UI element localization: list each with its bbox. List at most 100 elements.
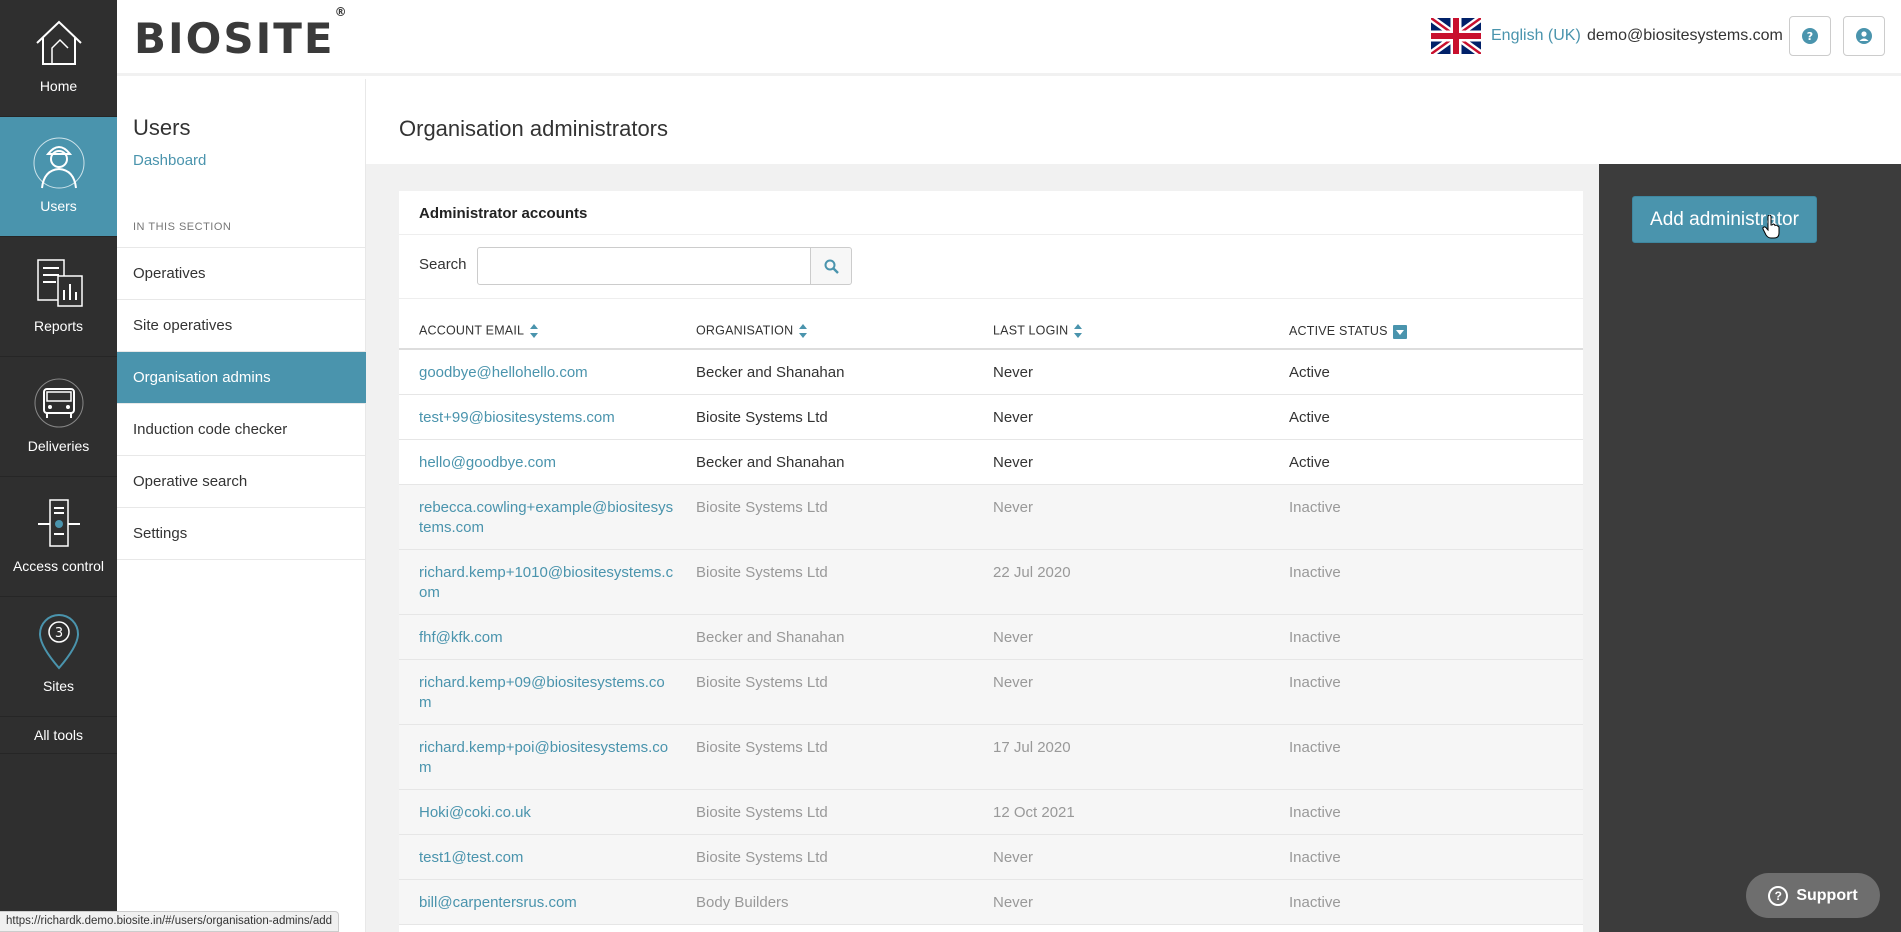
user-circle-icon bbox=[1856, 28, 1872, 44]
search-row: Search bbox=[399, 235, 1583, 299]
sidebar-item-induction-code-checker[interactable]: Induction code checker bbox=[117, 404, 366, 456]
account-button[interactable] bbox=[1843, 16, 1885, 56]
table-row: test1@test.com Biosite Systems Ltd Never… bbox=[399, 834, 1583, 880]
organisation-cell: Becker and Shanahan bbox=[696, 439, 993, 485]
page-title-bar: Organisation administrators bbox=[366, 79, 1901, 164]
account-email-link[interactable]: bill@carpentersrus.com bbox=[419, 893, 674, 913]
last-login-cell: Never bbox=[993, 879, 1289, 925]
current-user-email: demo@biositesystems.com bbox=[1587, 27, 1783, 44]
rail-item-all-tools[interactable]: All tools bbox=[0, 717, 117, 754]
account-email-link[interactable]: rebecca.cowling+example@biositesystems.c… bbox=[419, 498, 674, 538]
last-login-cell: Never bbox=[993, 484, 1289, 550]
question-circle-icon: ? bbox=[1802, 28, 1818, 44]
administrator-accounts-card: Administrator accounts Search ACCOUNT EM… bbox=[399, 191, 1583, 932]
search-label: Search bbox=[419, 256, 467, 273]
last-login-cell: 22 Jul 2020 bbox=[993, 549, 1289, 615]
rail-label-access-control: Access control bbox=[12, 558, 105, 574]
last-login-cell: 12 Oct 2021 bbox=[993, 789, 1289, 835]
column-header-email[interactable]: ACCOUNT EMAIL bbox=[399, 299, 696, 350]
account-email-link[interactable]: richard.kemp+poi@biositesystems.com bbox=[419, 738, 674, 778]
biosite-logo[interactable]: BIOSITE® bbox=[134, 5, 347, 63]
support-button[interactable]: ? Support bbox=[1746, 873, 1880, 918]
main-content: Administrator accounts Search ACCOUNT EM… bbox=[366, 164, 1599, 932]
column-header-last-login[interactable]: LAST LOGIN bbox=[993, 299, 1289, 350]
page-title: Organisation administrators bbox=[399, 116, 669, 141]
rail-item-access-control[interactable]: Access control bbox=[0, 477, 117, 597]
map-pin-icon: 3 bbox=[38, 614, 79, 670]
organisation-cell: Biosite Systems Ltd bbox=[696, 549, 993, 615]
section-title: Users bbox=[133, 115, 191, 140]
last-login-cell: Never bbox=[993, 439, 1289, 485]
status-cell: Active bbox=[1289, 439, 1583, 485]
sidebar-item-settings[interactable]: Settings bbox=[117, 508, 366, 560]
account-email-link[interactable]: test1@test.com bbox=[419, 848, 674, 868]
sidebar-item-operatives[interactable]: Operatives bbox=[117, 248, 366, 300]
dashboard-link[interactable]: Dashboard bbox=[133, 152, 206, 169]
section-label: IN THIS SECTION bbox=[133, 221, 232, 233]
help-button[interactable]: ? bbox=[1789, 16, 1831, 56]
column-header-organisation[interactable]: ORGANISATION bbox=[696, 299, 993, 350]
status-cell: Inactive bbox=[1289, 834, 1583, 880]
account-email-link[interactable]: hello@goodbye.com bbox=[419, 453, 674, 473]
rail-item-sites[interactable]: 3 Sites bbox=[0, 597, 117, 717]
organisation-cell: Biosite Systems Ltd bbox=[696, 484, 993, 550]
uk-flag-icon[interactable] bbox=[1431, 18, 1481, 54]
organisation-cell: Biosite Systems Ltd bbox=[696, 659, 993, 725]
search-input[interactable] bbox=[477, 247, 811, 285]
table-row: bill@carpentersrus.com Body Builders Nev… bbox=[399, 879, 1583, 925]
account-email-link[interactable]: test+99@biositesystems.com bbox=[419, 408, 674, 428]
table-row: test+99@biositesystems.com Biosite Syste… bbox=[399, 394, 1583, 440]
svg-text:?: ? bbox=[1807, 30, 1813, 43]
section-nav-list: Operatives Site operatives Organisation … bbox=[117, 247, 366, 560]
support-label: Support bbox=[1796, 886, 1858, 904]
last-login-cell: Never bbox=[993, 394, 1289, 440]
sidebar-item-site-operatives[interactable]: Site operatives bbox=[117, 300, 366, 352]
table-row: Hoki@coki.co.uk Biosite Systems Ltd 12 O… bbox=[399, 789, 1583, 835]
main-rail: Home Users Reports Deliveries Access con… bbox=[0, 0, 117, 932]
rail-item-home[interactable]: Home bbox=[0, 0, 117, 117]
account-email-link[interactable]: richard.kemp+09@biositesystems.com bbox=[419, 673, 674, 713]
sort-icon bbox=[1074, 324, 1083, 338]
question-icon: ? bbox=[1768, 885, 1789, 906]
column-label-active-status: ACTIVE STATUS bbox=[1289, 324, 1388, 339]
column-label-organisation: ORGANISATION bbox=[696, 323, 794, 338]
search-button[interactable] bbox=[810, 247, 852, 285]
account-email-link[interactable]: richard.kemp+1010@biositesystems.com bbox=[419, 563, 674, 603]
rail-label-users: Users bbox=[40, 198, 77, 214]
search-icon bbox=[824, 259, 839, 274]
worker-icon bbox=[33, 137, 84, 189]
svg-text:3: 3 bbox=[54, 626, 62, 641]
status-cell: Inactive bbox=[1289, 659, 1583, 725]
language-selector[interactable]: English (UK) bbox=[1491, 27, 1581, 45]
rail-item-users[interactable]: Users bbox=[0, 117, 117, 237]
organisation-cell: Biosite Systems Ltd bbox=[696, 834, 993, 880]
table-header-row: ACCOUNT EMAIL ORGANISATION LAST LOGIN AC… bbox=[399, 299, 1583, 350]
hand-pointer-cursor-icon bbox=[1762, 215, 1780, 239]
table-row: goodbye@hellohello.com Becker and Shanah… bbox=[399, 349, 1583, 395]
last-login-cell: Never bbox=[993, 349, 1289, 395]
account-email-link[interactable]: fhf@kfk.com bbox=[419, 628, 674, 648]
rail-label-home: Home bbox=[39, 78, 78, 94]
status-cell: Inactive bbox=[1289, 879, 1583, 925]
organisation-cell: Body Builders bbox=[696, 879, 993, 925]
sidebar-item-organisation-admins[interactable]: Organisation admins bbox=[117, 352, 366, 404]
organisation-cell: Becker and Shanahan bbox=[696, 614, 993, 660]
status-cell: Inactive bbox=[1289, 724, 1583, 790]
status-cell: Inactive bbox=[1289, 549, 1583, 615]
account-email-link[interactable]: Hoki@coki.co.uk bbox=[419, 803, 674, 823]
table-row: rebecca.cowling+example@biositesystems.c… bbox=[399, 484, 1583, 550]
column-header-active-status[interactable]: ACTIVE STATUS bbox=[1289, 299, 1583, 350]
rail-label-all-tools: All tools bbox=[33, 727, 84, 743]
account-email-link[interactable]: goodbye@hellohello.com bbox=[419, 363, 674, 383]
actions-panel: Add administrator bbox=[1599, 164, 1901, 932]
rail-item-reports[interactable]: Reports bbox=[0, 237, 117, 357]
column-label-last-login: LAST LOGIN bbox=[993, 323, 1069, 338]
add-administrator-button[interactable]: Add administrator bbox=[1632, 196, 1817, 243]
rail-item-deliveries[interactable]: Deliveries bbox=[0, 357, 117, 477]
table-row: richard.kemp+poi@biositesystems.com Bios… bbox=[399, 724, 1583, 790]
status-cell: Inactive bbox=[1289, 789, 1583, 835]
logo-registered-mark: ® bbox=[334, 5, 347, 19]
card-title: Administrator accounts bbox=[399, 191, 1583, 235]
turnstile-icon bbox=[37, 499, 80, 547]
sidebar-item-operative-search[interactable]: Operative search bbox=[117, 456, 366, 508]
